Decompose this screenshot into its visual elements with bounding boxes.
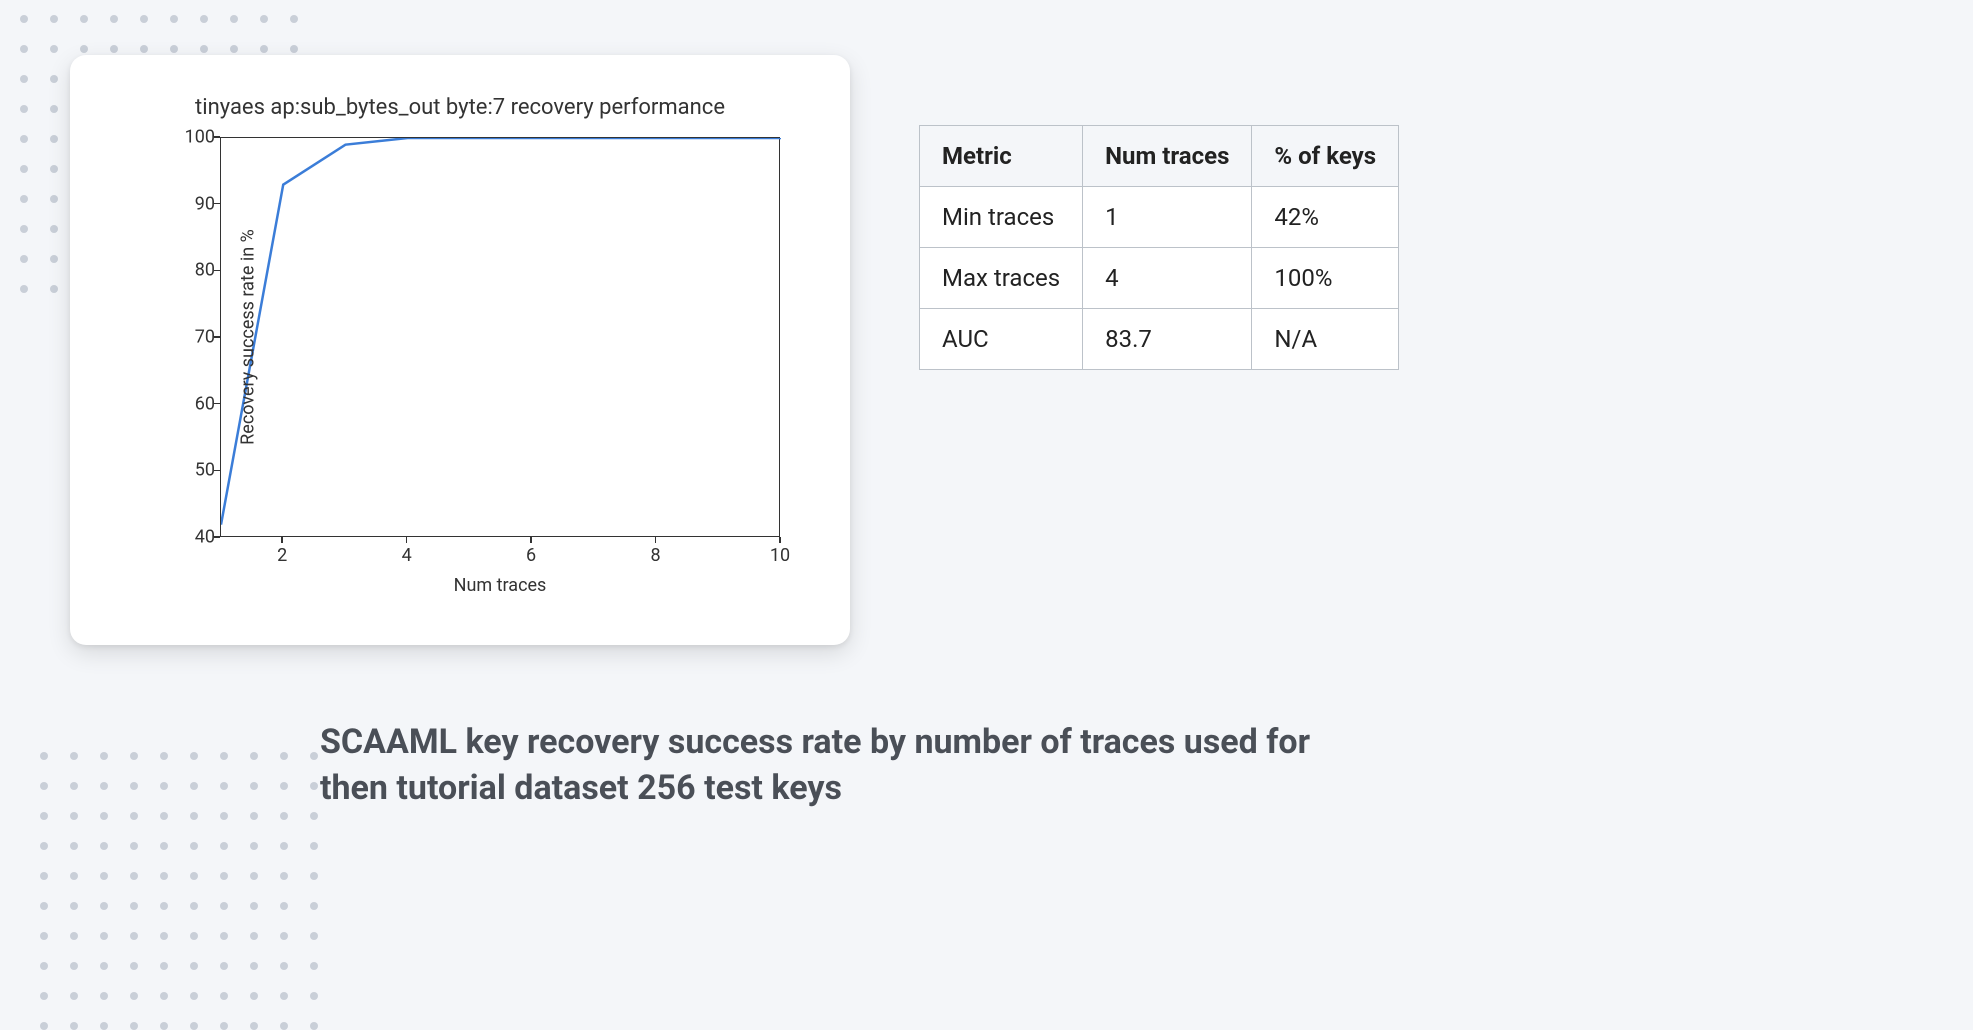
cell-numtraces: 4 bbox=[1083, 248, 1252, 309]
table-row: AUC 83.7 N/A bbox=[920, 309, 1399, 370]
chart-card: tinyaes ap:sub_bytes_out byte:7 recovery… bbox=[70, 55, 850, 645]
y-tick bbox=[214, 403, 220, 405]
chart-title: tinyaes ap:sub_bytes_out byte:7 recovery… bbox=[110, 95, 810, 120]
chart-container: tinyaes ap:sub_bytes_out byte:7 recovery… bbox=[110, 95, 810, 605]
table-header-row: Metric Num traces % of keys bbox=[920, 126, 1399, 187]
cell-pct: 100% bbox=[1252, 248, 1399, 309]
y-tick bbox=[214, 136, 220, 138]
cell-metric: Min traces bbox=[920, 187, 1083, 248]
y-tick-label: 60 bbox=[180, 393, 215, 414]
metrics-table: Metric Num traces % of keys Min traces 1… bbox=[919, 125, 1399, 370]
x-tick-label: 10 bbox=[765, 545, 795, 566]
y-tick bbox=[214, 336, 220, 338]
x-tick-label: 4 bbox=[392, 545, 422, 566]
data-line bbox=[221, 138, 781, 525]
x-tick bbox=[281, 537, 283, 543]
cell-numtraces: 1 bbox=[1083, 187, 1252, 248]
cell-pct: N/A bbox=[1252, 309, 1399, 370]
y-tick-label: 90 bbox=[180, 193, 215, 214]
line-plot-svg bbox=[221, 138, 781, 538]
cell-metric: AUC bbox=[920, 309, 1083, 370]
table-row: Max traces 4 100% bbox=[920, 248, 1399, 309]
cell-numtraces: 83.7 bbox=[1083, 309, 1252, 370]
y-axis-label: Recovery success rate in % bbox=[237, 229, 258, 445]
y-tick-label: 80 bbox=[180, 260, 215, 281]
col-header-pctkeys: % of keys bbox=[1252, 126, 1399, 187]
y-tick bbox=[214, 536, 220, 538]
y-tick-label: 40 bbox=[180, 527, 215, 548]
x-tick bbox=[530, 537, 532, 543]
x-tick-label: 2 bbox=[267, 545, 297, 566]
x-tick bbox=[655, 537, 657, 543]
x-tick bbox=[406, 537, 408, 543]
decorative-dot-grid-bottom bbox=[40, 752, 318, 1030]
plot-area bbox=[220, 137, 780, 537]
y-tick bbox=[214, 203, 220, 205]
y-tick-label: 100 bbox=[180, 127, 215, 148]
x-tick-label: 6 bbox=[516, 545, 546, 566]
x-tick bbox=[779, 537, 781, 543]
col-header-numtraces: Num traces bbox=[1083, 126, 1252, 187]
figure-caption: SCAAML key recovery success rate by numb… bbox=[320, 720, 1380, 812]
y-tick bbox=[214, 270, 220, 272]
y-tick-label: 70 bbox=[180, 327, 215, 348]
table-row: Min traces 1 42% bbox=[920, 187, 1399, 248]
cell-pct: 42% bbox=[1252, 187, 1399, 248]
x-tick-label: 8 bbox=[641, 545, 671, 566]
y-tick bbox=[214, 470, 220, 472]
cell-metric: Max traces bbox=[920, 248, 1083, 309]
col-header-metric: Metric bbox=[920, 126, 1083, 187]
x-axis-label: Num traces bbox=[454, 575, 547, 596]
y-tick-label: 50 bbox=[180, 460, 215, 481]
